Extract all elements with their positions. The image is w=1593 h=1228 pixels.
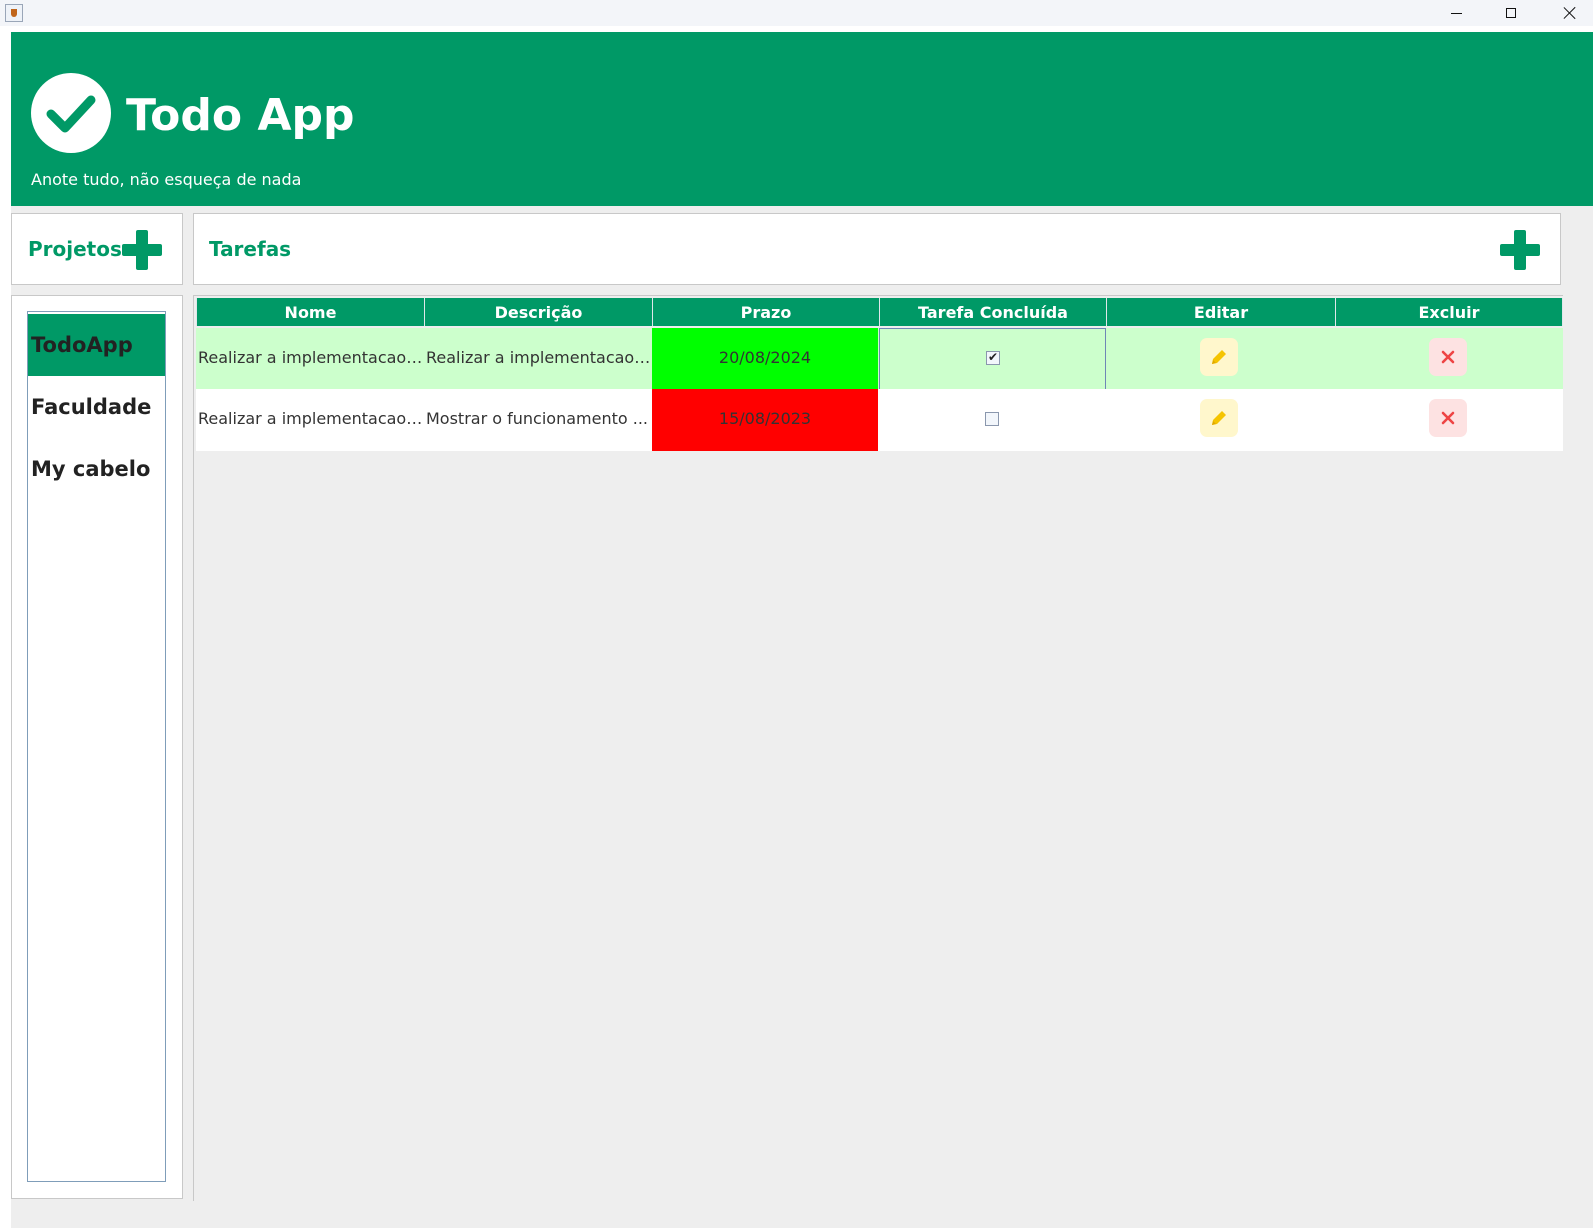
project-item-faculdade[interactable]: Faculdade bbox=[28, 376, 165, 438]
project-item-my-cabelo[interactable]: My cabelo bbox=[28, 438, 165, 500]
minimize-icon bbox=[1450, 12, 1462, 14]
maximize-button[interactable] bbox=[1488, 0, 1534, 26]
tasks-table-header: Nome Descrição Prazo Tarefa Concluída Ed… bbox=[196, 298, 1563, 326]
delete-button[interactable] bbox=[1429, 399, 1467, 437]
column-header-nome[interactable]: Nome bbox=[196, 298, 425, 326]
cell-nome[interactable]: Realizar a implementacao n... bbox=[196, 389, 424, 451]
minimize-button[interactable] bbox=[1433, 0, 1479, 26]
cell-editar bbox=[1106, 328, 1336, 390]
column-header-descricao[interactable]: Descrição bbox=[425, 298, 653, 326]
projects-heading: Projetos bbox=[28, 237, 122, 261]
column-header-editar[interactable]: Editar bbox=[1107, 298, 1336, 326]
column-header-excluir[interactable]: Excluir bbox=[1336, 298, 1563, 326]
edit-button[interactable] bbox=[1200, 399, 1238, 437]
task-done-checkbox[interactable] bbox=[985, 412, 999, 426]
projects-header-panel: Projetos bbox=[11, 213, 183, 285]
close-window-button[interactable] bbox=[1547, 0, 1593, 26]
cell-excluir bbox=[1336, 389, 1563, 451]
app-subtitle: Anote tudo, não esqueça de nada bbox=[31, 170, 302, 189]
cell-prazo[interactable]: 20/08/2024 bbox=[652, 328, 878, 390]
projects-list[interactable]: TodoApp Faculdade My cabelo bbox=[27, 311, 166, 1182]
cell-editar bbox=[1106, 389, 1336, 451]
app-title: Todo App bbox=[126, 90, 355, 141]
pencil-icon bbox=[1212, 350, 1226, 364]
add-task-plus-icon[interactable] bbox=[1500, 230, 1540, 270]
maximize-icon bbox=[1506, 8, 1516, 18]
close-icon bbox=[1441, 411, 1455, 425]
tasks-heading: Tarefas bbox=[209, 237, 292, 261]
task-done-checkbox[interactable] bbox=[986, 348, 1000, 366]
edit-button[interactable] bbox=[1200, 338, 1238, 376]
column-header-concluida[interactable]: Tarefa Concluída bbox=[880, 298, 1107, 326]
cell-excluir bbox=[1336, 328, 1563, 390]
cell-concluida[interactable] bbox=[879, 389, 1106, 451]
add-project-plus-icon[interactable] bbox=[122, 230, 162, 270]
pencil-icon bbox=[1212, 411, 1226, 425]
close-icon bbox=[1563, 6, 1577, 20]
cell-prazo[interactable]: 15/08/2023 bbox=[652, 389, 878, 451]
cell-descricao[interactable]: Mostrar o funcionamento ... bbox=[424, 389, 652, 451]
checkmark-circle-icon bbox=[31, 73, 111, 153]
cell-concluida[interactable] bbox=[879, 328, 1106, 390]
window-titlebar bbox=[0, 0, 1593, 26]
cell-nome[interactable]: Realizar a implementacao d... bbox=[196, 328, 424, 390]
table-row[interactable]: Realizar a implementacao d... Realizar a… bbox=[196, 328, 1563, 390]
close-icon bbox=[1441, 350, 1455, 364]
column-header-prazo[interactable]: Prazo bbox=[653, 298, 880, 326]
delete-button[interactable] bbox=[1429, 338, 1467, 376]
tasks-header-panel: Tarefas bbox=[193, 213, 1561, 285]
java-app-icon bbox=[5, 4, 23, 22]
project-item-todoapp[interactable]: TodoApp bbox=[28, 314, 165, 376]
table-row[interactable]: Realizar a implementacao n... Mostrar o … bbox=[196, 389, 1563, 451]
cell-descricao[interactable]: Realizar a implementacao d... bbox=[424, 328, 652, 390]
